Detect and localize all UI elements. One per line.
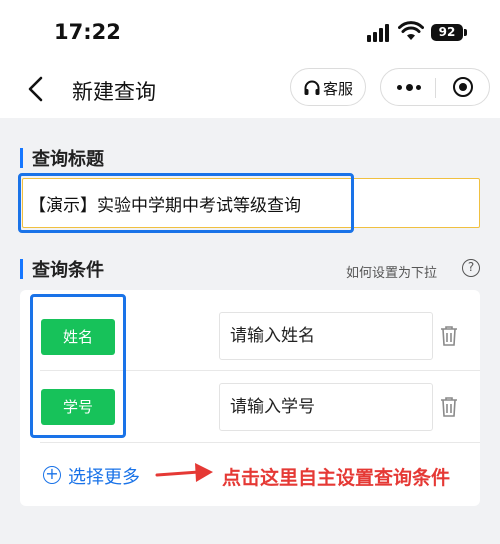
close-target-icon[interactable] (436, 69, 490, 105)
row-divider (40, 442, 480, 443)
name-input[interactable] (219, 312, 433, 360)
status-bar: 17:22 92 (0, 0, 500, 62)
trash-icon[interactable] (440, 396, 458, 418)
more-dots-icon[interactable] (381, 69, 435, 105)
battery-cap (464, 29, 467, 36)
page-title: 新建查询 (72, 80, 156, 104)
title-section-label: 查询标题 (32, 149, 104, 170)
query-title-input[interactable] (22, 178, 480, 228)
trash-icon[interactable] (440, 325, 458, 347)
headphones-icon (304, 80, 320, 95)
signal-icon (367, 24, 391, 42)
nav-bar: 新建查询 客服 (0, 62, 500, 118)
back-chevron-icon[interactable] (22, 74, 52, 104)
miniprogram-capsule (380, 68, 490, 106)
dropdown-help-link[interactable]: 如何设置为下拉 (346, 262, 437, 281)
select-more-button[interactable]: 选择更多 (68, 463, 140, 489)
help-question-icon[interactable]: ? (462, 259, 480, 277)
status-time: 17:22 (54, 20, 121, 44)
condition-section-label: 查询条件 (32, 260, 104, 281)
section-accent-bar (20, 148, 23, 168)
customer-service-label: 客服 (323, 80, 354, 98)
customer-service-button[interactable]: 客服 (290, 68, 366, 106)
arrow-right-icon (155, 463, 213, 482)
row-divider (40, 370, 480, 371)
student-id-input[interactable] (219, 383, 433, 431)
plus-circle-icon[interactable]: + (43, 466, 61, 484)
field-tag-name[interactable]: 姓名 (41, 319, 115, 355)
battery-icon: 92 (431, 24, 463, 41)
annotation-text: 点击这里自主设置查询条件 (222, 467, 451, 489)
wifi-icon (398, 21, 424, 40)
field-tag-student-id[interactable]: 学号 (41, 389, 115, 425)
section-accent-bar (20, 259, 23, 279)
